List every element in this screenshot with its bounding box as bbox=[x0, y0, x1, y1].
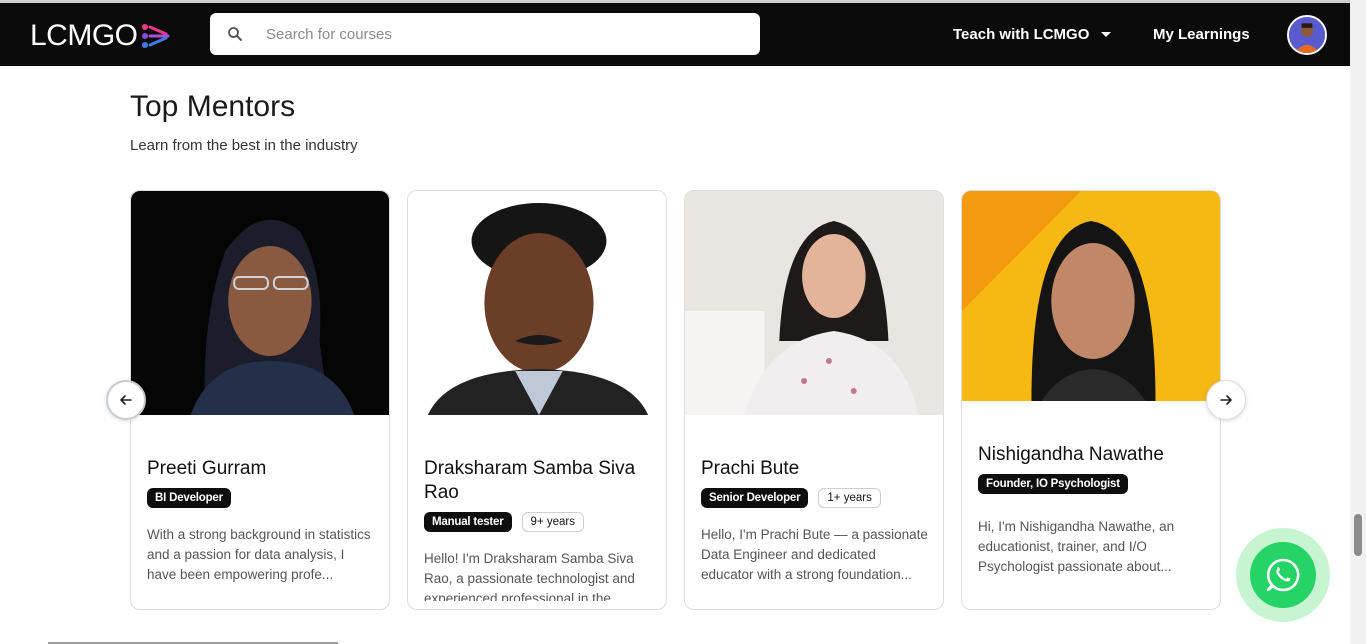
mentor-name: Nishigandha Nawathe bbox=[978, 444, 1164, 465]
mentor-name: Draksharam Samba Siva Rao bbox=[424, 458, 636, 503]
experience-badge: 9+ years bbox=[521, 512, 584, 532]
logo-text: LCMGO bbox=[30, 19, 138, 52]
logo-mark-icon bbox=[141, 24, 170, 48]
avatar-image bbox=[1289, 17, 1325, 53]
my-learnings-link[interactable]: My Learnings bbox=[1153, 26, 1250, 43]
mentor-photo bbox=[962, 191, 1220, 401]
whatsapp-icon bbox=[1266, 558, 1300, 592]
mentor-photo bbox=[131, 191, 389, 415]
role-badge: Founder, IO Psychologist bbox=[978, 474, 1128, 494]
role-badge: BI Developer bbox=[147, 488, 231, 508]
arrow-left-icon bbox=[120, 395, 132, 405]
brand-logo[interactable]: LCMGO bbox=[30, 19, 170, 53]
search-input[interactable] bbox=[266, 25, 726, 43]
mentor-bio: Hi, I'm Nishigandha Nawathe, an educatio… bbox=[978, 519, 1175, 574]
role-badge: Senior Developer bbox=[701, 488, 809, 508]
whatsapp-button[interactable] bbox=[1250, 542, 1316, 608]
mentor-bio: Hello, I'm Prachi Bute — a passionate Da… bbox=[701, 527, 928, 582]
whatsapp-button-halo bbox=[1236, 528, 1330, 622]
arrow-right-icon bbox=[1220, 395, 1232, 405]
teach-label: Teach with LCMGO bbox=[953, 26, 1090, 43]
mentor-photo bbox=[408, 191, 666, 415]
top-navbar: LCMGO Teach with LCMGO My Learnings bbox=[0, 0, 1350, 66]
carousel-next-button[interactable] bbox=[1206, 380, 1246, 420]
mentor-photo bbox=[685, 191, 943, 415]
experience-badge: 1+ years bbox=[818, 488, 881, 508]
role-badge: Manual tester bbox=[424, 512, 512, 532]
mentor-badges: Founder, IO Psychologist bbox=[978, 474, 1128, 494]
mentor-card[interactable]: Preeti Gurram BI Developer With a strong… bbox=[130, 190, 390, 610]
mentor-bio: With a strong background in statistics a… bbox=[147, 527, 371, 582]
user-avatar[interactable] bbox=[1287, 15, 1327, 55]
page-scrollbar-thumb[interactable] bbox=[1354, 514, 1362, 556]
mentor-name: Preeti Gurram bbox=[147, 458, 267, 479]
mentor-card[interactable]: Nishigandha Nawathe Founder, IO Psycholo… bbox=[961, 190, 1221, 610]
mentor-badges: BI Developer bbox=[147, 488, 231, 508]
mentor-bio: Hello! I'm Draksharam Samba Siva Rao, a … bbox=[424, 551, 635, 601]
section-subtitle: Learn from the best in the industry bbox=[130, 137, 358, 154]
mentor-badges: Manual tester 9+ years bbox=[424, 512, 584, 532]
mentor-name: Prachi Bute bbox=[701, 458, 800, 479]
section-title: Top Mentors bbox=[130, 90, 296, 123]
teach-dropdown[interactable]: Teach with LCMGO bbox=[953, 26, 1112, 43]
chevron-down-icon bbox=[1101, 32, 1112, 37]
search-icon bbox=[228, 27, 242, 41]
carousel-prev-button[interactable] bbox=[106, 380, 146, 420]
mentor-card[interactable]: Prachi Bute Senior Developer 1+ years He… bbox=[684, 190, 944, 610]
search-bar bbox=[210, 13, 760, 55]
mentor-card[interactable]: Draksharam Samba Siva Rao Manual tester … bbox=[407, 190, 667, 610]
mentor-badges: Senior Developer 1+ years bbox=[701, 488, 881, 508]
